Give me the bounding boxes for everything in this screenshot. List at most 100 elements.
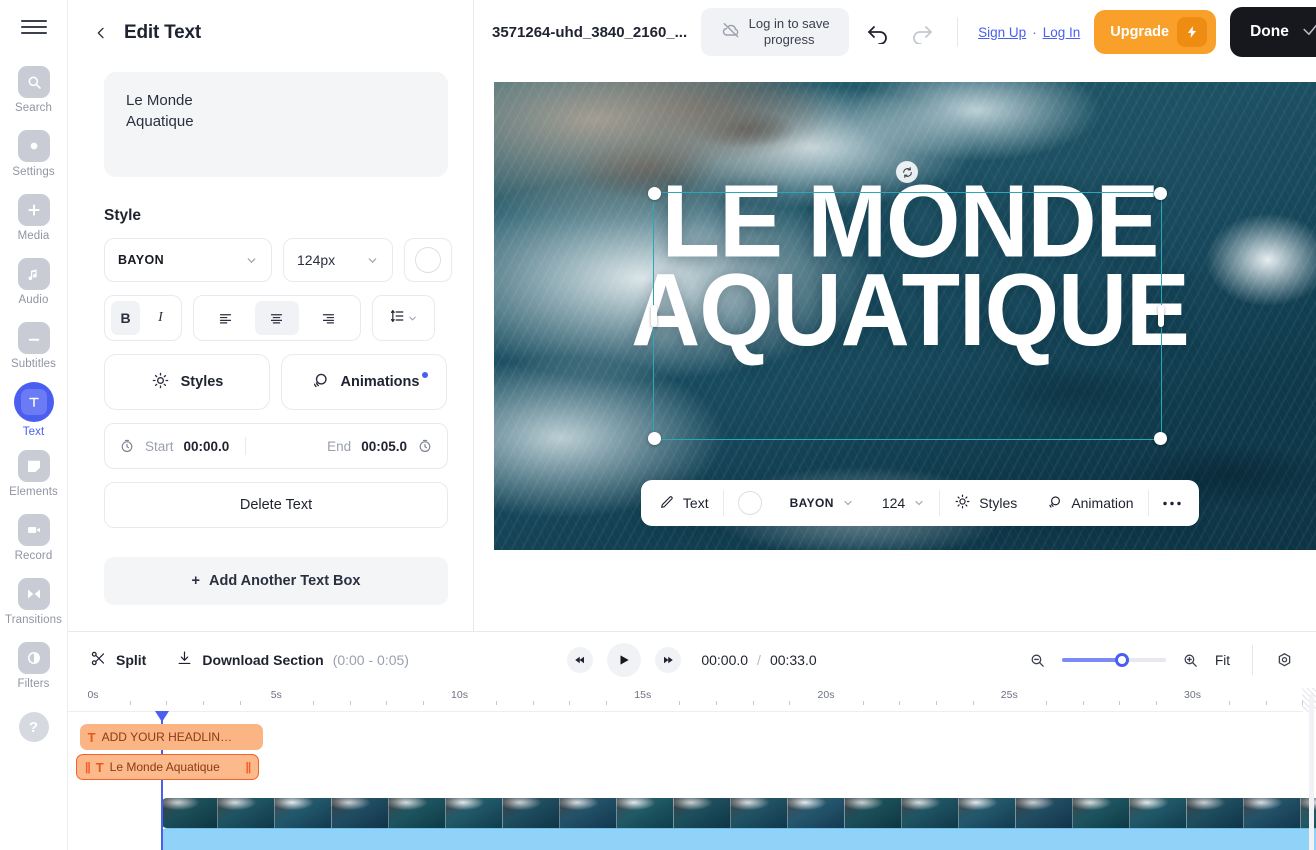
zoom-in-icon[interactable] xyxy=(1182,652,1199,669)
video-clip-track[interactable] xyxy=(161,798,1316,828)
animations-button[interactable]: Animations xyxy=(281,354,447,410)
video-thumbnail xyxy=(1073,798,1130,828)
clip-trim-handle-right[interactable]: || xyxy=(246,760,251,774)
ruler-tick xyxy=(350,701,351,705)
ruler-tick xyxy=(753,701,754,705)
play-icon[interactable] xyxy=(607,643,641,677)
project-name[interactable]: 3571264-uhd_3840_2160_... xyxy=(492,24,687,41)
sidebar-item-search[interactable]: Search xyxy=(0,58,68,122)
align-left-button[interactable] xyxy=(204,301,248,335)
sidebar-item-subtitles[interactable]: Subtitles xyxy=(0,314,68,378)
floating-color-button[interactable] xyxy=(724,486,776,520)
done-button[interactable]: Done xyxy=(1230,7,1316,57)
plus-icon: + xyxy=(192,573,200,589)
hamburger-icon[interactable] xyxy=(21,18,47,36)
gear-icon[interactable] xyxy=(1275,651,1294,670)
bold-italic-group: B I xyxy=(104,295,182,341)
zoom-slider-knob[interactable] xyxy=(1115,653,1129,667)
download-section-button[interactable]: Download Section (0:00 - 0:05) xyxy=(176,650,409,670)
undo-arrow-icon[interactable] xyxy=(863,17,893,47)
sidebar-label: Media xyxy=(18,230,50,242)
text-t-icon: T xyxy=(88,730,96,745)
timeline-clip[interactable]: ||TLe Monde Aquatique|| xyxy=(76,754,259,780)
video-thumbnail xyxy=(332,798,389,828)
line-spacing-button[interactable] xyxy=(372,295,435,341)
zoom-slider[interactable] xyxy=(1062,658,1166,662)
format-controls-row: B I xyxy=(104,295,473,341)
styles-button[interactable]: Styles xyxy=(104,354,270,410)
text-selection-box[interactable] xyxy=(653,192,1162,440)
resize-handle-bottom-left[interactable] xyxy=(648,432,661,445)
add-text-label: Add Another Text Box xyxy=(209,573,360,589)
chevron-left-icon[interactable] xyxy=(92,24,110,42)
ruler-tick xyxy=(533,701,534,705)
split-label: Split xyxy=(116,652,146,668)
split-button[interactable]: Split xyxy=(90,650,146,670)
zoom-out-icon[interactable] xyxy=(1029,652,1046,669)
end-time-value[interactable]: 00:05.0 xyxy=(361,439,407,454)
ruler-tick xyxy=(1119,701,1120,705)
resize-handle-middle-left[interactable] xyxy=(651,305,657,327)
sign-up-link[interactable]: Sign Up xyxy=(978,25,1026,40)
styles-label: Styles xyxy=(181,374,224,390)
sidebar-item-settings[interactable]: Settings xyxy=(0,122,68,186)
sidebar-item-text[interactable]: Text xyxy=(0,378,68,442)
fast-forward-icon[interactable] xyxy=(655,647,681,673)
start-time-value[interactable]: 00:00.0 xyxy=(184,439,230,454)
font-size-select[interactable]: 124px xyxy=(283,238,393,282)
audio-clip-track[interactable] xyxy=(161,828,1316,850)
ruler-tick xyxy=(1302,701,1303,705)
stage-column: 3571264-uhd_3840_2160_... Log in to save… xyxy=(474,0,1316,631)
animations-label: Animations xyxy=(341,374,420,390)
floating-font-select[interactable]: BAYON xyxy=(776,486,868,520)
floating-animation-button[interactable]: Animation xyxy=(1031,486,1147,520)
resize-handle-top-left[interactable] xyxy=(648,187,661,200)
ellipsis-icon[interactable] xyxy=(1149,486,1195,520)
resize-handle-top-right[interactable] xyxy=(1154,187,1167,200)
text-content-input[interactable]: Le Monde Aquatique xyxy=(104,72,448,177)
font-family-select[interactable]: BAYON xyxy=(104,238,272,282)
plus-media-icon xyxy=(18,194,50,226)
sidebar-label: Search xyxy=(15,102,52,114)
sidebar-item-record[interactable]: Record xyxy=(0,506,68,570)
floating-text-button[interactable]: Text xyxy=(645,486,723,520)
sidebar-item-elements[interactable]: Elements xyxy=(0,442,68,506)
add-another-text-box-button[interactable]: + Add Another Text Box xyxy=(104,557,448,605)
start-timer-icon[interactable] xyxy=(119,438,135,454)
panel-scrollbar[interactable] xyxy=(1309,694,1314,850)
save-pill-text: Log in to save progress xyxy=(749,16,830,48)
sidebar-item-filters[interactable]: Filters xyxy=(0,634,68,698)
timeline-clip[interactable]: TADD YOUR HEADLIN… xyxy=(80,724,263,750)
log-in-link[interactable]: Log In xyxy=(1043,25,1081,40)
italic-button[interactable]: I xyxy=(146,301,175,335)
upgrade-label: Upgrade xyxy=(1110,24,1169,40)
log-in-to-save-button[interactable]: Log in to save progress xyxy=(701,8,849,56)
ruler-tick xyxy=(863,701,864,705)
sidebar-item-audio[interactable]: Audio xyxy=(0,250,68,314)
align-right-button[interactable] xyxy=(306,301,350,335)
fit-button[interactable]: Fit xyxy=(1215,653,1230,668)
video-canvas[interactable]: Le Monde Aquatique xyxy=(494,82,1316,550)
sidebar-item-media[interactable]: Media xyxy=(0,186,68,250)
floating-styles-button[interactable]: Styles xyxy=(940,486,1031,520)
ruler-tick-label: 15s xyxy=(634,689,651,701)
ruler-tick-label: 0s xyxy=(87,689,98,701)
align-center-button[interactable] xyxy=(255,301,299,335)
bold-button[interactable]: B xyxy=(111,301,140,335)
transitions-icon xyxy=(18,578,50,610)
delete-text-button[interactable]: Delete Text xyxy=(104,482,448,528)
upgrade-button[interactable]: Upgrade xyxy=(1094,10,1216,54)
sidebar-item-transitions[interactable]: Transitions xyxy=(0,570,68,634)
end-timer-icon[interactable] xyxy=(417,438,433,454)
text-color-button[interactable] xyxy=(404,238,452,282)
help-icon[interactable]: ? xyxy=(19,712,49,742)
rewind-icon[interactable] xyxy=(567,647,593,673)
floating-size-select[interactable]: 124 xyxy=(868,486,939,520)
ruler-tick xyxy=(606,701,607,705)
ruler-tick xyxy=(1083,701,1084,705)
timeline-ruler[interactable]: 0s5s10s15s20s25s30s xyxy=(68,688,1316,712)
clip-trim-handle-left[interactable]: || xyxy=(85,760,90,774)
redo-arrow-icon[interactable] xyxy=(907,17,937,47)
resize-handle-middle-right[interactable] xyxy=(1158,305,1164,327)
resize-handle-bottom-right[interactable] xyxy=(1154,432,1167,445)
